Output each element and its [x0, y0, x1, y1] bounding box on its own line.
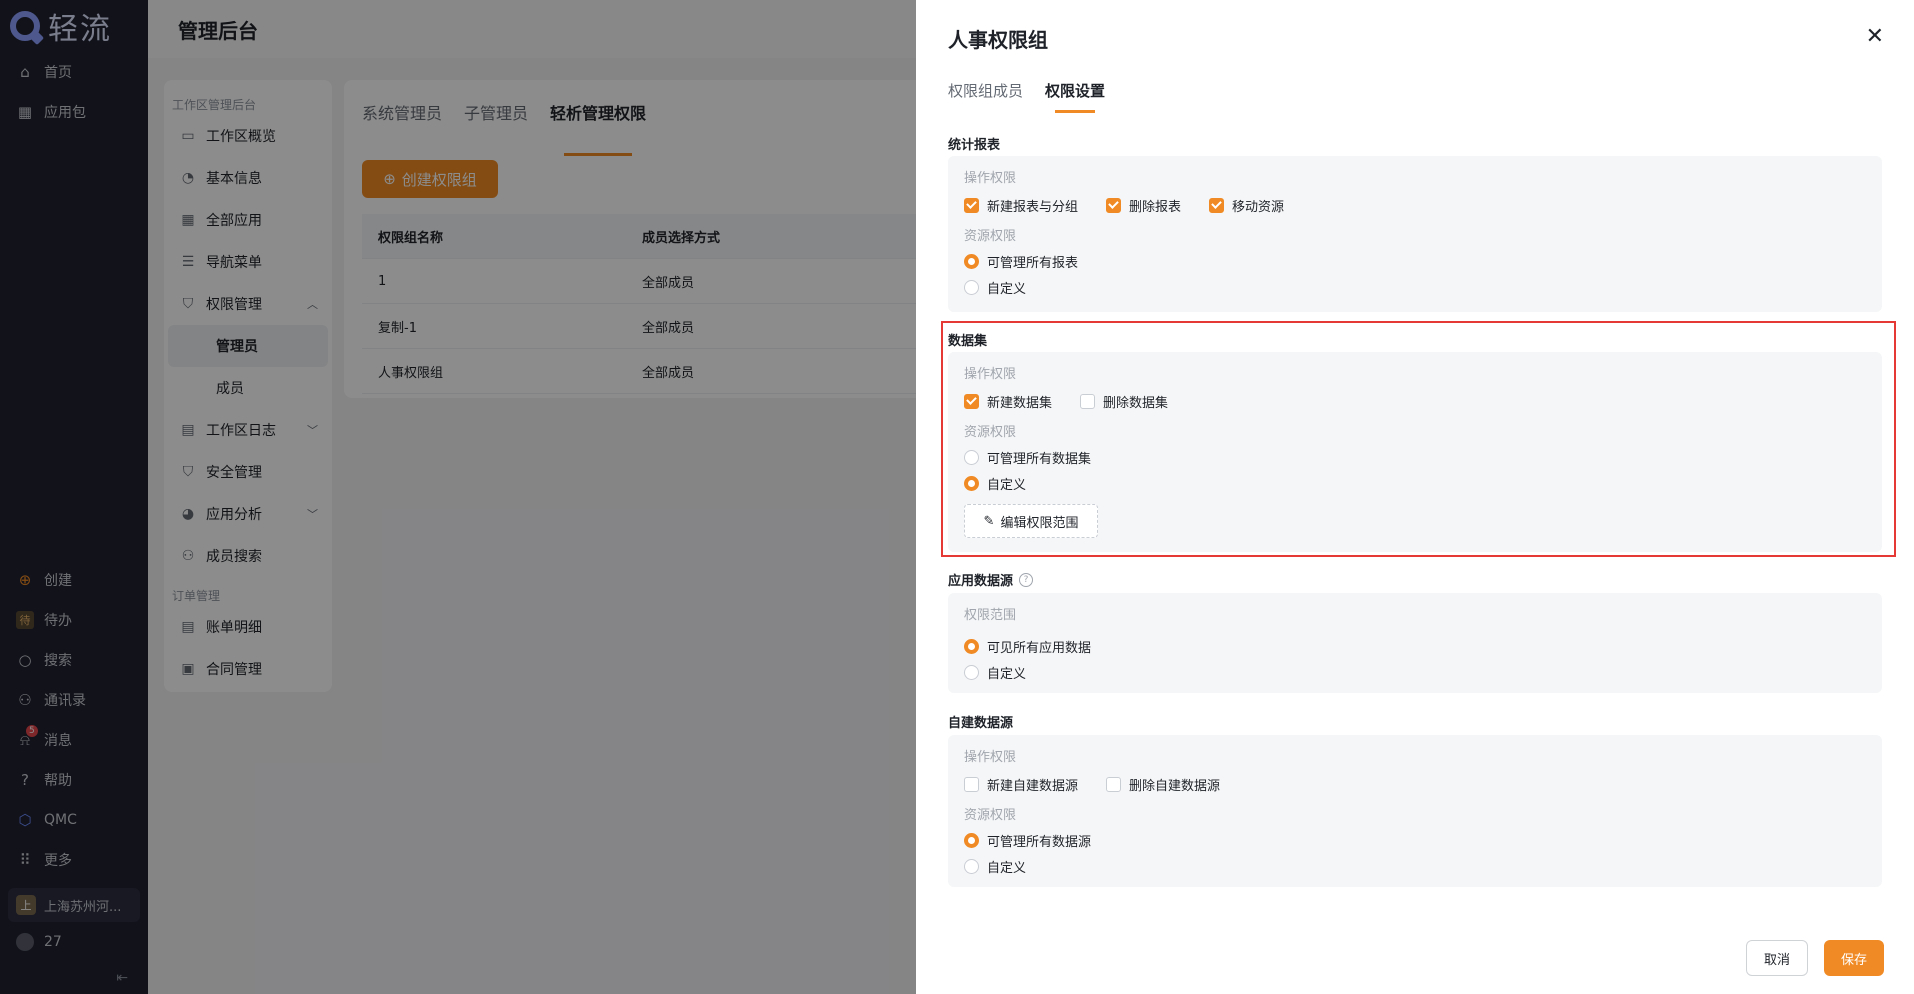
- checkbox-label: 删除数据集: [1103, 395, 1169, 411]
- radio-manage-all-datasets[interactable]: 可管理所有数据集: [964, 444, 1866, 470]
- radio-unselected: [964, 664, 979, 680]
- radio-manage-all-sources[interactable]: 可管理所有数据源: [964, 827, 1866, 853]
- checkbox-move-resource[interactable]: 移动资源: [1209, 196, 1284, 215]
- section-title-self-source: 自建数据源: [948, 716, 1014, 731]
- op-permission-label: 操作权限: [964, 171, 1017, 186]
- radio-label: 自定义: [987, 477, 1027, 493]
- app-source-panel: 权限范围 可见所有应用数据 自定义: [948, 593, 1882, 693]
- checkbox-new-self-source[interactable]: 新建自建数据源: [964, 775, 1078, 794]
- checkbox-delete-report[interactable]: 删除报表: [1106, 196, 1181, 215]
- radio-unselected: [964, 279, 979, 295]
- radio-label: 自定义: [987, 666, 1027, 682]
- section-title-text: 应用数据源: [948, 574, 1014, 589]
- report-panel: 操作权限 新建报表与分组 删除报表 移动资源 资源权限 可管理所有报表 自定义: [948, 156, 1882, 312]
- tab-group-members[interactable]: 权限组成员: [948, 80, 1023, 101]
- resource-permission-label: 资源权限: [964, 229, 1017, 244]
- checkbox-label: 移动资源: [1232, 199, 1285, 215]
- close-icon[interactable]: ✕: [1866, 24, 1884, 49]
- checkbox-delete-dataset[interactable]: 删除数据集: [1080, 392, 1168, 411]
- op-permission-label: 操作权限: [964, 367, 1017, 382]
- radio-view-all-app-data[interactable]: 可见所有应用数据: [964, 633, 1866, 659]
- checkbox-new-report[interactable]: 新建报表与分组: [964, 196, 1078, 215]
- permission-drawer: 人事权限组 ✕ 权限组成员 权限设置 统计报表 操作权限 新建报表与分组 删除报…: [916, 0, 1914, 994]
- radio-manage-all-reports[interactable]: 可管理所有报表: [964, 248, 1866, 274]
- drawer-tabs: 权限组成员 权限设置: [948, 80, 1105, 113]
- checkbox-label: 删除自建数据源: [1129, 778, 1221, 794]
- resource-permission-label: 资源权限: [964, 808, 1017, 823]
- checkbox-label: 新建数据集: [987, 395, 1053, 411]
- tab-permission-settings[interactable]: 权限设置: [1045, 80, 1105, 113]
- checkbox-label: 新建自建数据源: [987, 778, 1079, 794]
- section-title-dataset: 数据集: [948, 334, 988, 349]
- save-button[interactable]: 保存: [1824, 940, 1884, 976]
- dataset-panel: 操作权限 新建数据集 删除数据集 资源权限 可管理所有数据集 自定义 ✎ 编辑权…: [948, 352, 1882, 552]
- radio-label: 可见所有应用数据: [987, 640, 1092, 656]
- self-source-panel: 操作权限 新建自建数据源 删除自建数据源 资源权限 可管理所有数据源 自定义: [948, 735, 1882, 887]
- report-op-checks: 新建报表与分组 删除报表 移动资源: [964, 190, 1866, 220]
- modal-overlay[interactable]: [0, 0, 916, 994]
- checkbox-label: 删除报表: [1129, 199, 1182, 215]
- radio-label: 自定义: [987, 281, 1027, 297]
- button-label: 编辑权限范围: [1000, 515, 1079, 531]
- checkbox-checked: [964, 393, 979, 409]
- checkbox-checked: [964, 197, 979, 213]
- checkbox-unchecked: [1106, 776, 1122, 792]
- radio-selected: [964, 475, 979, 491]
- radio-unselected: [964, 449, 979, 465]
- op-permission-label: 操作权限: [964, 750, 1017, 765]
- radio-custom-report[interactable]: 自定义: [964, 274, 1866, 300]
- drawer-title: 人事权限组: [948, 28, 1048, 52]
- radio-label: 自定义: [987, 860, 1027, 876]
- resource-permission-label: 资源权限: [964, 425, 1017, 440]
- checkbox-unchecked: [1080, 393, 1096, 409]
- help-icon[interactable]: ?: [1019, 572, 1034, 587]
- checkbox-checked: [1106, 197, 1122, 213]
- radio-custom-app-source[interactable]: 自定义: [964, 659, 1866, 685]
- checkbox-unchecked: [964, 776, 979, 792]
- cancel-button[interactable]: 取消: [1746, 940, 1808, 976]
- section-title-app-source: 应用数据源 ?: [948, 570, 1034, 589]
- checkbox-label: 新建报表与分组: [987, 199, 1079, 215]
- radio-selected: [964, 832, 979, 848]
- edit-permission-scope-button[interactable]: ✎ 编辑权限范围: [964, 504, 1098, 538]
- edit-icon: ✎: [983, 513, 995, 529]
- section-title-report: 统计报表: [948, 138, 1001, 153]
- scope-label: 权限范围: [964, 608, 1017, 623]
- checkbox-new-dataset[interactable]: 新建数据集: [964, 392, 1052, 411]
- radio-label: 可管理所有报表: [987, 255, 1079, 271]
- radio-unselected: [964, 858, 979, 874]
- checkbox-delete-self-source[interactable]: 删除自建数据源: [1106, 775, 1220, 794]
- radio-selected: [964, 638, 979, 654]
- radio-custom-dataset[interactable]: 自定义: [964, 470, 1866, 496]
- self-source-op-checks: 新建自建数据源 删除自建数据源: [964, 769, 1866, 799]
- dataset-op-checks: 新建数据集 删除数据集: [964, 386, 1866, 416]
- radio-label: 可管理所有数据源: [987, 834, 1092, 850]
- radio-custom-self-source[interactable]: 自定义: [964, 853, 1866, 879]
- radio-selected: [964, 253, 979, 269]
- radio-label: 可管理所有数据集: [987, 451, 1092, 467]
- checkbox-checked: [1209, 197, 1225, 213]
